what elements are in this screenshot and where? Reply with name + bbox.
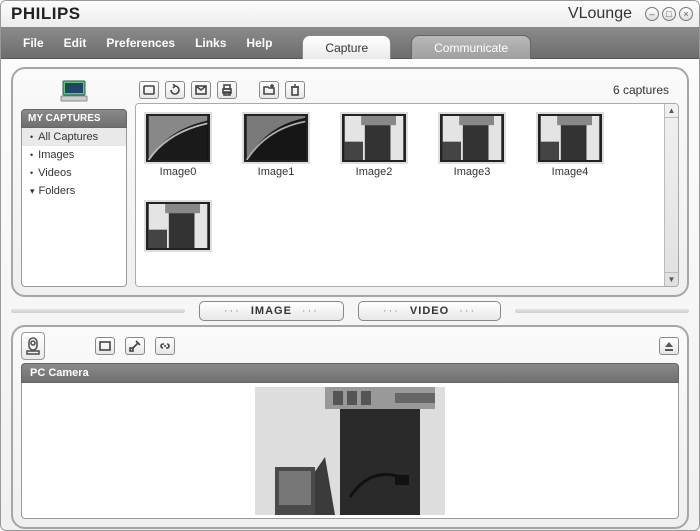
eject-button[interactable] [659, 337, 679, 355]
scroll-up-icon[interactable]: ▲ [665, 104, 678, 118]
computer-icon [21, 77, 127, 105]
rotate-button[interactable] [165, 81, 185, 99]
sidebar-list: All Captures Images Videos Folders [21, 128, 127, 287]
capture-image-label: IMAGE [251, 305, 292, 317]
menu-file[interactable]: File [13, 30, 54, 58]
capture-count: 6 captures [613, 83, 675, 97]
fullscreen-button[interactable] [95, 337, 115, 355]
thumbnail-image4[interactable]: Image4 [536, 114, 604, 178]
tab-capture[interactable]: Capture [302, 35, 391, 59]
capture-video-label: VIDEO [410, 305, 449, 317]
scroll-down-icon[interactable]: ▼ [665, 272, 678, 286]
dots-icon [383, 305, 400, 317]
sidebar-item-all-captures[interactable]: All Captures [22, 128, 126, 146]
thumbnail-label: Image0 [160, 166, 197, 178]
thumbnail-label: Image1 [258, 166, 295, 178]
link-button[interactable] [155, 337, 175, 355]
tab-communicate[interactable]: Communicate [411, 35, 531, 59]
dots-icon [302, 305, 319, 317]
menubar: File Edit Preferences Links Help Capture… [1, 27, 699, 59]
minimize-button[interactable]: ‒ [645, 7, 659, 21]
dots-icon [224, 305, 241, 317]
app-title: VLounge [568, 5, 632, 23]
gallery: Image0 Image1 Image2 Image3 [136, 104, 664, 286]
sidebar-item-images[interactable]: Images [22, 146, 126, 164]
thumbnail-image5[interactable] [144, 202, 212, 254]
dots-icon [459, 305, 476, 317]
thumbnail-image0[interactable]: Image0 [144, 114, 212, 178]
menu-edit[interactable]: Edit [54, 30, 97, 58]
capture-video-button[interactable]: VIDEO [358, 301, 501, 321]
thumbnail-label: Image4 [552, 166, 589, 178]
maximize-button[interactable]: □ [662, 7, 676, 21]
camera-device-icon [21, 332, 45, 360]
thumbnail-image2[interactable]: Image2 [340, 114, 408, 178]
thumbnail-label: Image2 [356, 166, 393, 178]
view-button[interactable] [139, 81, 159, 99]
gallery-toolbar: 6 captures [135, 77, 679, 103]
capture-image-button[interactable]: IMAGE [199, 301, 344, 321]
thumbnail-image3[interactable]: Image3 [438, 114, 506, 178]
menu-preferences[interactable]: Preferences [96, 30, 185, 58]
close-button[interactable]: × [679, 7, 693, 21]
gallery-scrollbar[interactable]: ▲ ▼ [664, 104, 678, 286]
print-button[interactable] [217, 81, 237, 99]
app-window: PHILIPS VLounge ‒ □ × File Edit Preferen… [0, 0, 700, 531]
thumbnail-label: Image3 [454, 166, 491, 178]
new-folder-button[interactable] [259, 81, 279, 99]
camera-heading: PC Camera [21, 363, 679, 383]
delete-button[interactable] [285, 81, 305, 99]
captures-panel: MY CAPTURES All Captures Images Videos F… [11, 67, 689, 297]
sidebar-heading: MY CAPTURES [21, 109, 127, 128]
brand-logo: PHILIPS [11, 4, 81, 24]
titlebar: PHILIPS VLounge ‒ □ × [1, 1, 699, 27]
camera-viewport [21, 383, 679, 519]
camera-panel: PC Camera [11, 325, 689, 529]
sidebar-item-folders[interactable]: Folders [22, 182, 126, 200]
live-preview [255, 387, 445, 515]
sidebar-item-videos[interactable]: Videos [22, 164, 126, 182]
email-button[interactable] [191, 81, 211, 99]
menu-help[interactable]: Help [236, 30, 282, 58]
menu-links[interactable]: Links [185, 30, 236, 58]
capture-mode-bar: IMAGE VIDEO [11, 301, 689, 321]
settings-button[interactable] [125, 337, 145, 355]
thumbnail-image1[interactable]: Image1 [242, 114, 310, 178]
